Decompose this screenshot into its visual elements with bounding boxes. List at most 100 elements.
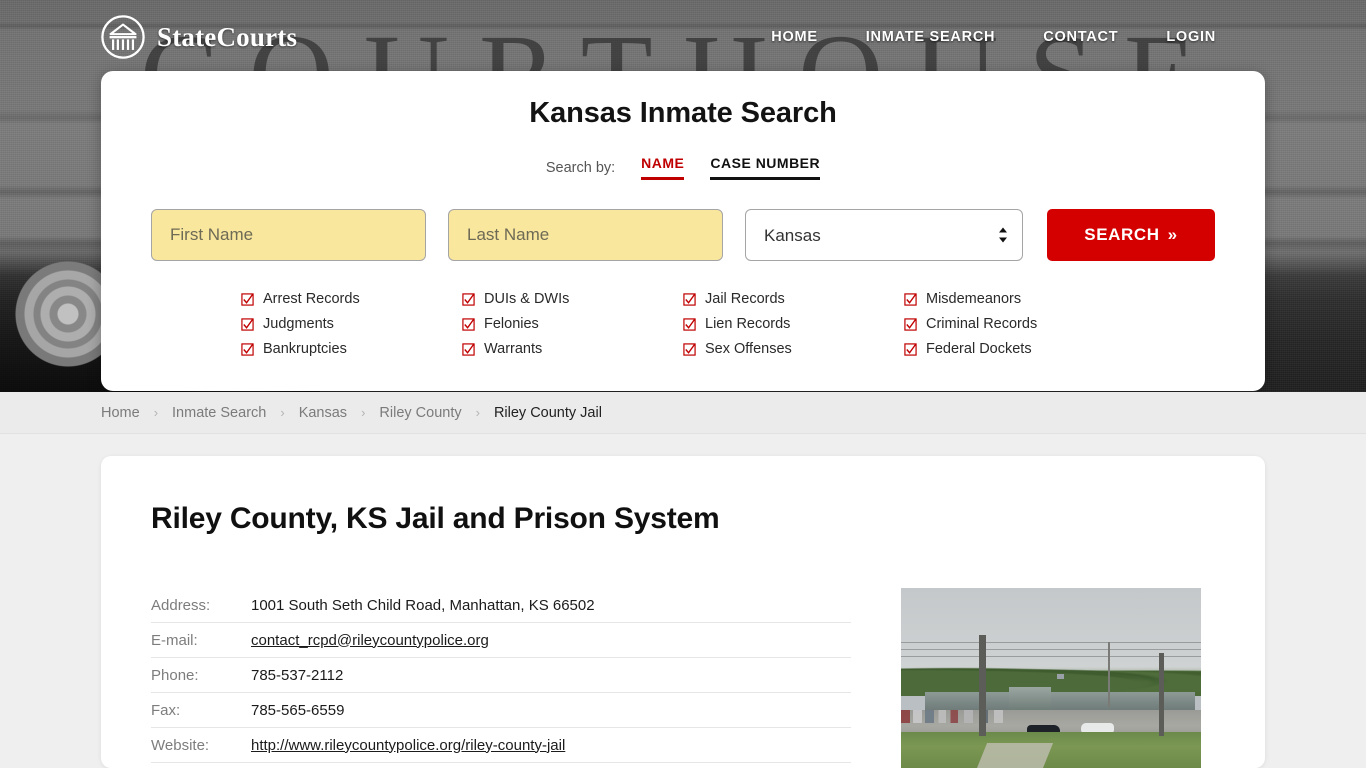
photo-parked-cars <box>901 710 1201 723</box>
checked-box-icon <box>462 292 475 306</box>
courthouse-circle-icon <box>101 15 145 59</box>
record-type-item[interactable]: Sex Offenses <box>683 337 904 361</box>
record-type-label: Arrest Records <box>263 291 360 307</box>
first-name-input[interactable] <box>151 209 426 261</box>
tab-search-by-name[interactable]: NAME <box>641 155 685 180</box>
record-type-label: Warrants <box>484 341 543 357</box>
page-title: Riley County, KS Jail and Prison System <box>151 502 720 535</box>
checked-box-icon <box>683 342 696 356</box>
brand-name: StateCourts <box>157 21 298 52</box>
photo-walkway <box>976 742 1054 768</box>
photo-utility-pole <box>1159 652 1164 736</box>
record-type-item[interactable]: Judgments <box>241 312 462 336</box>
record-type-item[interactable]: Bankruptcies <box>241 337 462 361</box>
photo-powerline <box>901 649 1201 651</box>
breadcrumb-item-riley-county[interactable]: Riley County <box>379 405 461 421</box>
record-type-label: Jail Records <box>705 291 785 307</box>
checked-box-icon <box>904 292 917 306</box>
photo-flag <box>1057 674 1064 680</box>
double-chevron-right-icon: » <box>1167 225 1178 244</box>
record-type-item[interactable]: Arrest Records <box>241 287 462 311</box>
record-type-item[interactable]: Lien Records <box>683 312 904 336</box>
checked-box-icon <box>683 292 696 306</box>
record-type-label: Felonies <box>484 316 539 332</box>
breadcrumb-separator-icon: › <box>475 405 480 420</box>
brand-logo-link[interactable]: StateCourts <box>100 14 297 60</box>
photo-jail-building <box>925 692 1195 711</box>
photo-grass <box>901 732 1201 768</box>
record-type-label: Federal Dockets <box>926 341 1032 357</box>
record-type-item[interactable]: Misdemeanors <box>904 287 1125 311</box>
search-button[interactable]: SEARCH » <box>1047 209 1215 261</box>
checked-box-icon <box>904 317 917 331</box>
state-select[interactable]: Kansas <box>745 209 1023 261</box>
checked-box-icon <box>462 342 475 356</box>
info-label-email: E-mail: <box>151 631 198 649</box>
nav-item-inmate-search[interactable]: INMATE SEARCH <box>866 29 996 45</box>
table-row: Website: http://www.rileycountypolice.or… <box>151 728 851 763</box>
info-value-phone: 785-537-2112 <box>251 666 344 684</box>
table-row: Fax: 785-565-6559 <box>151 693 851 728</box>
nav-item-home[interactable]: HOME <box>771 29 818 45</box>
info-value-address: 1001 South Seth Child Road, Manhattan, K… <box>251 596 595 614</box>
info-label-address: Address: <box>151 596 211 614</box>
email-link[interactable]: contact_rcpd@rileycountypolice.org <box>251 632 489 649</box>
record-type-label: Criminal Records <box>926 316 1038 332</box>
facility-info-table: Address: 1001 South Seth Child Road, Man… <box>151 588 851 768</box>
info-value-website: http://www.rileycountypolice.org/riley-c… <box>251 737 565 754</box>
nav-item-login[interactable]: LOGIN <box>1166 29 1216 45</box>
content-area: Riley County, KS Jail and Prison System … <box>0 434 1366 768</box>
photo-powerline <box>901 642 1201 643</box>
search-card-title: Kansas Inmate Search <box>529 97 837 129</box>
facility-details-card: Riley County, KS Jail and Prison System … <box>101 456 1265 768</box>
nav-item-contact[interactable]: CONTACT <box>1043 29 1118 45</box>
info-value-fax: 785-565-6559 <box>251 701 345 719</box>
search-by-row: Search by: NAME CASE NUMBER <box>101 155 1265 180</box>
search-form-row: Kansas SEARCH » <box>101 209 1265 261</box>
photo-entrance-structure <box>1009 687 1051 711</box>
checked-box-icon <box>462 317 475 331</box>
checked-box-icon <box>241 292 254 306</box>
table-row: Phone: 785-537-2112 <box>151 658 851 693</box>
website-link[interactable]: http://www.rileycountypolice.org/riley-c… <box>251 737 565 754</box>
info-value-email: contact_rcpd@rileycountypolice.org <box>251 632 489 649</box>
checked-box-icon <box>241 317 254 331</box>
info-label-phone: Phone: <box>151 666 199 684</box>
record-type-label: Judgments <box>263 316 334 332</box>
inmate-search-card: Kansas Inmate Search Search by: NAME CAS… <box>101 71 1265 391</box>
photo-powerline <box>901 656 1201 658</box>
record-type-item[interactable]: Warrants <box>462 337 683 361</box>
last-name-input[interactable] <box>448 209 723 261</box>
record-type-item[interactable]: Felonies <box>462 312 683 336</box>
record-type-item[interactable]: Federal Dockets <box>904 337 1125 361</box>
record-type-label: Misdemeanors <box>926 291 1022 307</box>
facility-detail-area: Address: 1001 South Seth Child Road, Man… <box>151 588 1215 768</box>
breadcrumb-separator-icon: › <box>153 405 159 420</box>
breadcrumb-separator-icon: › <box>280 405 285 420</box>
checked-box-icon <box>241 342 254 356</box>
search-button-label: SEARCH <box>1084 225 1160 244</box>
checked-box-icon <box>683 317 696 331</box>
state-select-wrapper: Kansas <box>745 209 1023 261</box>
facility-photo <box>901 588 1201 768</box>
breadcrumb-item-home[interactable]: Home <box>101 405 140 421</box>
photo-radio-tower <box>1108 642 1111 707</box>
table-row: E-mail: contact_rcpd@rileycountypolice.o… <box>151 623 851 658</box>
photo-utility-pole <box>979 634 986 736</box>
search-by-label: Search by: <box>545 159 616 176</box>
breadcrumb-item-inmate-search[interactable]: Inmate Search <box>172 405 266 421</box>
main-navigation: HOME INMATE SEARCH CONTACT LOGIN <box>771 29 1216 45</box>
top-bar: StateCourts HOME INMATE SEARCH CONTACT L… <box>0 0 1366 60</box>
checked-box-icon <box>904 342 917 356</box>
breadcrumb-separator-icon: › <box>361 405 366 420</box>
record-type-item[interactable]: Criminal Records <box>904 312 1125 336</box>
tab-search-by-case-number[interactable]: CASE NUMBER <box>710 155 821 180</box>
record-type-label: Sex Offenses <box>705 341 792 357</box>
info-label-website: Website: <box>151 736 210 754</box>
record-type-label: DUIs & DWIs <box>484 291 570 307</box>
record-type-item[interactable]: Jail Records <box>683 287 904 311</box>
breadcrumb-item-kansas[interactable]: Kansas <box>299 405 347 421</box>
table-row: Address: 1001 South Seth Child Road, Man… <box>151 588 851 623</box>
record-types-grid: Arrest Records DUIs & DWIs Jail Records … <box>101 261 1265 362</box>
record-type-item[interactable]: DUIs & DWIs <box>462 287 683 311</box>
